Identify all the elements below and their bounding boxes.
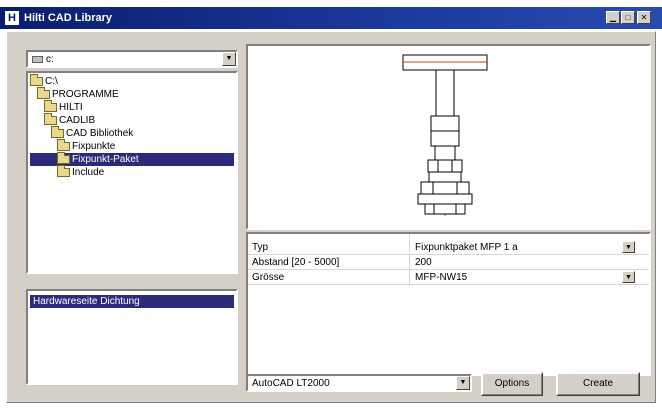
variant-list[interactable]: Hardwareseite Dichtung <box>26 289 238 385</box>
property-label: Abstand [20 - 5000] <box>252 257 340 268</box>
folder-tree[interactable]: C:\ PROGRAMME HILTI CADLIB CAD Bibliothe… <box>26 71 238 274</box>
property-value[interactable]: 200 <box>415 256 432 269</box>
properties-grid[interactable]: Typ Fixpunktpaket MFP 1 a ▼ Abstand [20 … <box>246 232 651 376</box>
close-icon[interactable]: ✕ <box>637 11 651 24</box>
row-divider <box>248 269 649 270</box>
folder-icon <box>57 138 70 151</box>
folder-open-icon <box>57 151 70 164</box>
row-divider <box>248 254 649 255</box>
property-row-groesse[interactable]: Grösse MFP-NW15 ▼ <box>248 271 649 284</box>
fixpoint-drawing <box>402 54 488 216</box>
chevron-down-icon[interactable]: ▼ <box>622 241 635 253</box>
folder-icon <box>51 125 64 138</box>
maximize-icon[interactable]: □ <box>621 11 635 24</box>
property-value[interactable]: MFP-NW15 <box>415 271 467 284</box>
cad-system-value: AutoCAD LT2000 <box>252 378 330 389</box>
column-divider <box>409 234 410 286</box>
title-bar[interactable]: H Hilti CAD Library ▁ □ ✕ <box>0 7 662 29</box>
main-panel: c: ▼ C:\ PROGRAMME HILTI CADLIB CAD Bibl… <box>6 31 656 403</box>
chevron-down-icon[interactable]: ▼ <box>456 376 470 390</box>
window-title: Hilti CAD Library <box>24 12 113 24</box>
drive-combo[interactable]: c: ▼ <box>26 50 238 68</box>
property-label: Grösse <box>252 272 285 283</box>
property-row-abstand[interactable]: Abstand [20 - 5000] 200 <box>248 256 649 269</box>
top-strip <box>0 0 662 7</box>
minimize-icon[interactable]: ▁ <box>606 11 620 24</box>
folder-icon <box>57 164 70 177</box>
drive-combo-value: c: <box>46 54 54 65</box>
preview-pane <box>246 44 651 230</box>
folder-icon <box>44 112 57 125</box>
folder-icon <box>30 73 43 86</box>
row-divider <box>248 284 649 285</box>
folder-icon <box>44 99 57 112</box>
cad-system-combo[interactable]: AutoCAD LT2000 ▼ <box>246 374 472 392</box>
tree-item-fixpunkte[interactable]: Fixpunkte <box>57 138 115 153</box>
create-button[interactable]: Create <box>556 372 640 396</box>
list-item-selected[interactable]: Hardwareseite Dichtung <box>30 295 234 308</box>
tree-item-include[interactable]: Include <box>57 164 104 179</box>
app-icon: H <box>5 11 19 25</box>
chevron-down-icon[interactable]: ▼ <box>222 52 236 66</box>
chevron-down-icon[interactable]: ▼ <box>622 271 635 283</box>
hard-drive-icon <box>32 55 43 63</box>
property-row-typ[interactable]: Typ Fixpunktpaket MFP 1 a ▼ <box>248 241 649 254</box>
options-button[interactable]: Options <box>481 372 543 396</box>
hilti-cad-library-window: H Hilti CAD Library ▁ □ ✕ c: ▼ C:\ PROGR… <box>0 0 662 409</box>
folder-icon <box>37 86 50 99</box>
property-value[interactable]: Fixpunktpaket MFP 1 a <box>415 241 518 254</box>
property-label: Typ <box>252 242 269 253</box>
